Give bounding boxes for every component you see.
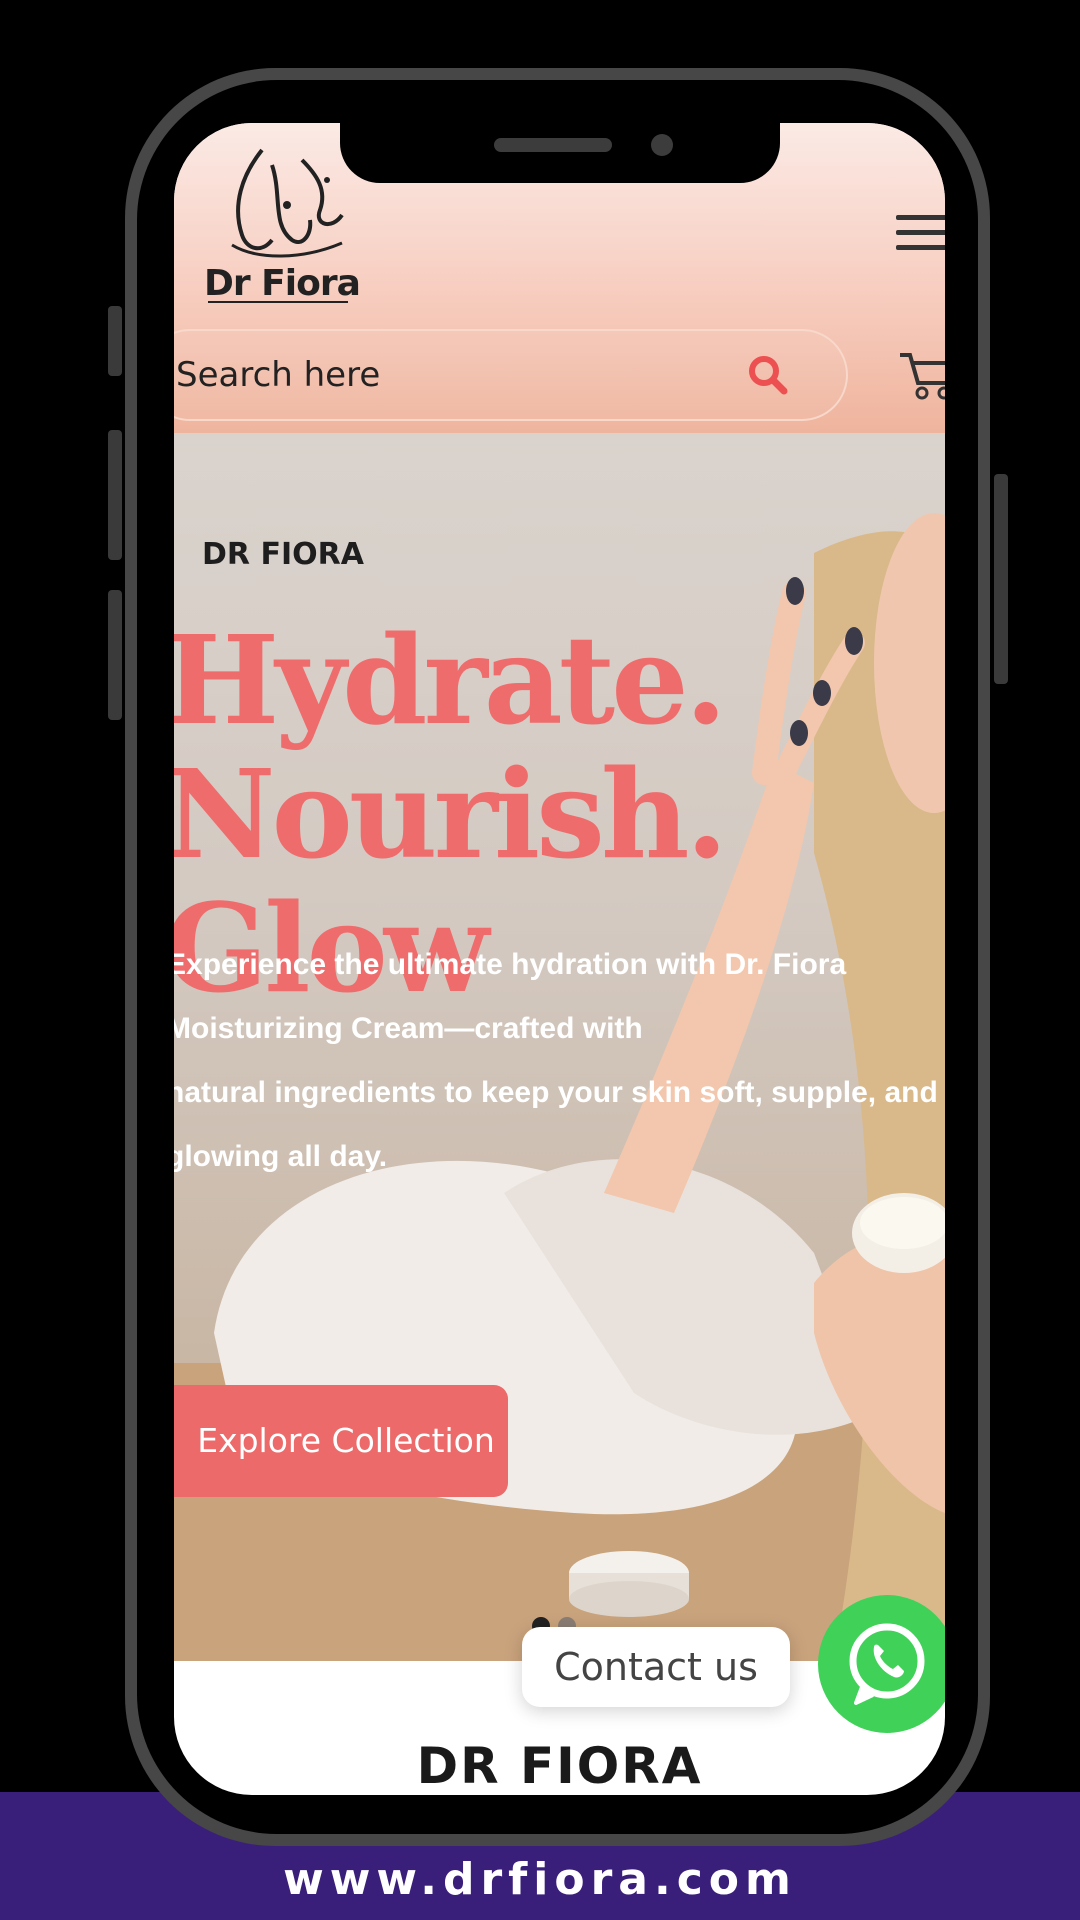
phone-screen: Dr Fiora Search here DR FIORA Hydrate. N… — [174, 123, 945, 1795]
search-input[interactable] — [174, 351, 718, 399]
phone-volume-up — [108, 430, 122, 560]
search-bar — [174, 329, 848, 421]
hamburger-menu-icon[interactable] — [896, 215, 945, 259]
hero-desc-line: glowing all day. — [174, 1140, 388, 1173]
phone-speaker — [494, 138, 612, 152]
hero-desc-line: natural ingredients to keep your skin so… — [174, 1076, 938, 1109]
hero-description: Experience the ultimate hydration with D… — [174, 933, 945, 1189]
hero-brand-label: DR FIORA — [202, 537, 364, 572]
phone-side-button — [108, 306, 122, 376]
explore-collection-button[interactable]: Explore Collection — [174, 1385, 508, 1497]
logo-wordmark[interactable]: Dr Fiora — [204, 263, 361, 304]
hero-desc-line: Moisturizing Cream—crafted with — [174, 1012, 643, 1045]
section-heading: DR FIORA — [416, 1737, 703, 1795]
website-url: www.drfiora.com — [283, 1854, 797, 1905]
phone-notch — [340, 123, 780, 183]
hero-title-line-1: Hydrate. — [174, 608, 727, 752]
hero-banner: DR FIORA Hydrate. Nourish. Glow Experien… — [174, 433, 945, 1661]
hero-desc-line: Experience the ultimate hydration with D… — [174, 948, 847, 981]
phone-power-button — [994, 474, 1008, 684]
phone-camera — [651, 134, 673, 156]
phone-volume-down — [108, 590, 122, 720]
search-icon[interactable] — [744, 351, 792, 399]
cart-icon[interactable] — [898, 351, 945, 401]
whatsapp-icon — [849, 1623, 925, 1705]
contact-us-label[interactable]: Contact us — [522, 1627, 790, 1707]
logo-underline — [208, 301, 348, 303]
whatsapp-button[interactable] — [818, 1595, 945, 1733]
